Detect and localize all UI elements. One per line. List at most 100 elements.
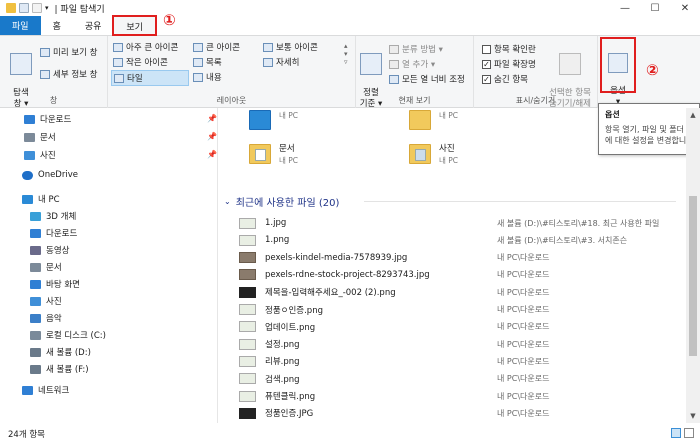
tab-view[interactable]: 보기 [112,15,157,36]
recent-file-row[interactable]: 퓨텐클릭.png 내 PC\다운로드 [239,388,686,404]
folder-tile-pictures[interactable]: 사진 내 PC [409,144,458,166]
item-checkboxes-checkbox[interactable] [482,44,491,54]
layout-large-icons[interactable]: 큰 아이콘 [193,41,240,53]
nav-quick-documents[interactable]: 문서 [24,131,56,143]
nav-pc-volume-f[interactable]: 새 볼륨 (F:) [30,363,89,375]
file-name: pexels-rdne-stock-project-8293743.jpg [265,269,430,280]
recent-file-row[interactable]: 업데이트.png 내 PC\다운로드 [239,319,686,335]
nav-label: 로컬 디스크 (C:) [46,331,106,341]
layout-group: 아주 큰 아이콘 큰 아이콘 보통 아이콘 작은 아이콘 목록 자세히 타일 내… [108,36,356,108]
large-icons-view-icon[interactable] [684,428,694,438]
file-extensions-checkbox[interactable]: ✓ [482,59,491,69]
nav-pc-local-disk-c[interactable]: 로컬 디스크 (C:) [30,329,106,341]
layout-scroll-icon[interactable]: ▴ ▾ ▿ [344,42,348,66]
scrollbar-thumb[interactable] [689,196,697,356]
current-view-group: 정렬 기준 ▾ 분류 방법 ▾ 열 추가 ▾ 모든 열 너비 조정 현재 보기 [356,36,474,109]
recent-file-row[interactable]: 정품인증.JPG 내 PC\다운로드 [239,405,686,421]
tab-home[interactable]: 홈 [41,16,73,35]
download-icon [30,228,41,238]
file-location: 내 PC\다운로드 [497,408,550,418]
folder-tile[interactable]: 내 PC [249,110,298,130]
file-thumbnail-icon [239,338,256,350]
preview-pane-button[interactable]: 미리 보기 창 [40,46,98,58]
extra-large-icons-icon [113,42,123,52]
folder-icon [6,3,16,13]
item-checkboxes-toggle[interactable]: 항목 확인란 [482,43,536,55]
scroll-down-icon[interactable]: ▼ [686,409,700,423]
layout-small-icons[interactable]: 작은 아이콘 [113,56,168,68]
recent-file-row[interactable]: 제목을-입력해주세요_-002 (2).png 내 PC\다운로드 [239,284,686,300]
recent-file-row[interactable]: 정품ㅇ인증.png 내 PC\다운로드 [239,302,686,318]
file-thumbnail-icon [239,304,256,315]
properties-icon[interactable] [19,3,29,13]
tab-file[interactable]: 파일 [0,16,41,35]
nav-pc-downloads[interactable]: 다운로드 [30,227,77,239]
group-by-button[interactable]: 분류 방법 ▾ [389,43,443,55]
nav-this-pc[interactable]: 내 PC [22,193,60,205]
recent-file-row[interactable]: 설정.png 내 PC\다운로드 [239,336,686,352]
nav-pc-3d-objects[interactable]: 3D 개체 [30,210,76,222]
file-thumbnail-icon [239,355,256,367]
file-location: 내 PC\다운로드 [497,339,550,349]
nav-pc-volume-d[interactable]: 새 볼륨 (D:) [30,346,91,358]
nav-label: 문서 [40,133,56,143]
pin-icon[interactable]: 📌 [207,150,217,159]
vertical-scrollbar[interactable]: ▲ ▼ [686,108,700,423]
content-icon [193,72,203,82]
layout-list[interactable]: 목록 [193,56,222,68]
nav-pc-pictures[interactable]: 사진 [30,295,62,307]
folder-tile[interactable]: 내 PC [409,110,458,130]
nav-label: 음악 [46,314,62,324]
file-extensions-toggle[interactable]: ✓ 파일 확장명 [482,58,536,70]
pin-icon[interactable]: 📌 [207,132,217,141]
pin-icon[interactable]: 📌 [207,114,217,123]
layout-content[interactable]: 내용 [193,71,222,83]
chevron-down-icon[interactable]: ⌄ [224,197,231,206]
details-view-icon[interactable] [671,428,681,438]
nav-label: 새 볼륨 (D:) [46,348,91,358]
nav-quick-downloads[interactable]: 다운로드 [24,113,71,125]
hidden-items-toggle[interactable]: ✓ 숨긴 항목 [482,73,528,85]
qat-dropdown-icon[interactable]: ▾ [45,4,49,12]
layout-extra-large-icons[interactable]: 아주 큰 아이콘 [113,41,178,53]
recent-file-row[interactable]: 1.png 새 볼륨 (D:)\#티스토리\#3. 서치존슨 [239,232,686,248]
nav-quick-pictures[interactable]: 사진 [24,149,56,161]
file-name: 검색.png [265,374,300,385]
nav-pc-desktop[interactable]: 바탕 화면 [30,278,80,290]
recent-file-row[interactable]: 1.jpg 새 볼륨 (D:)\#티스토리\#18. 최근 사용한 파일 [239,215,686,231]
options-button[interactable]: 옵션 ▾ [600,37,636,107]
nav-pc-videos[interactable]: 동영상 [30,244,69,256]
maximize-button[interactable]: ☐ [640,0,670,16]
recent-file-row[interactable]: 리뷰.png 내 PC\다운로드 [239,353,686,369]
file-location: 내 PC\다운로드 [497,374,550,384]
nav-pc-documents[interactable]: 문서 [30,261,62,273]
file-location: 내 PC\다운로드 [497,270,550,280]
nav-pc-music[interactable]: 음악 [30,312,62,324]
layout-details[interactable]: 자세히 [263,56,299,68]
minimize-button[interactable]: — [610,0,640,16]
fit-columns-button[interactable]: 모든 열 너비 조정 [389,73,465,85]
new-folder-icon[interactable] [32,3,42,13]
details-icon [263,57,273,67]
file-thumbnail-icon [239,407,256,419]
layout-tiles[interactable]: 타일 [111,70,189,86]
recent-file-row[interactable]: pexels-kindel-media-7578939.jpg 내 PC\다운로드 [239,250,686,266]
hidden-items-checkbox[interactable]: ✓ [482,74,491,84]
tooltip-title: 옵션 [605,110,620,119]
scroll-up-icon[interactable]: ▲ [686,108,700,122]
file-thumbnail-icon [239,217,256,229]
details-pane-button[interactable]: 세부 정보 창 [40,68,98,80]
recent-file-row[interactable]: pexels-rdne-stock-project-8293743.jpg 내 P… [239,267,686,283]
add-columns-button[interactable]: 열 추가 ▾ [389,58,435,70]
folder-tile-documents[interactable]: 문서 내 PC [249,144,298,166]
folder-icon [409,110,431,130]
nav-label: 동영상 [46,246,70,256]
close-button[interactable]: ✕ [670,0,700,16]
nav-network[interactable]: 네트워크 [22,384,69,396]
layout-label: 목록 [206,58,222,68]
recent-files-header[interactable]: ⌄ 최근에 사용한 파일 (20) [224,194,339,209]
nav-onedrive[interactable]: OneDrive [22,170,78,180]
recent-file-row[interactable]: 검색.png 내 PC\다운로드 [239,371,686,387]
layout-medium-icons[interactable]: 보통 아이콘 [263,41,318,53]
tab-share[interactable]: 공유 [73,16,114,35]
